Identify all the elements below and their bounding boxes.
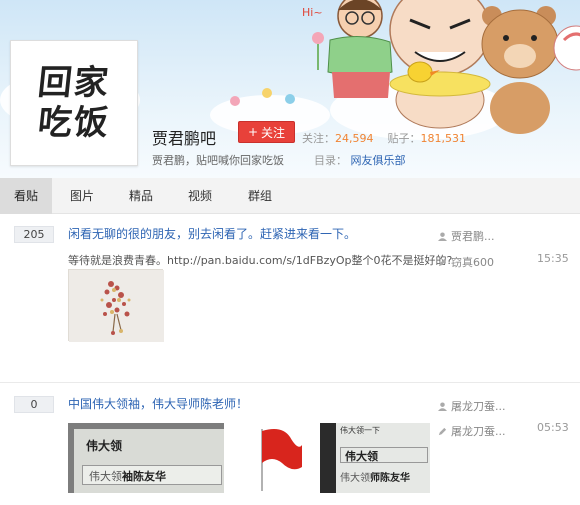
last-reply-user[interactable]: 屠龙刀蚕... xyxy=(438,423,506,439)
follow-button-label: 关注 xyxy=(261,125,286,140)
image-caption: 伟大领 xyxy=(89,470,122,483)
tab-groups[interactable]: 群组 xyxy=(230,178,290,214)
forum-catalog: 目录： 网友俱乐部 xyxy=(314,152,406,168)
tab-videos[interactable]: 视频 xyxy=(170,178,230,214)
flower-arrangement-image xyxy=(69,270,164,342)
post-count-label: 贴子： xyxy=(387,132,421,145)
user-icon xyxy=(438,231,447,241)
author-name: 贾君鹏... xyxy=(451,230,495,243)
image-caption: 伟大领 xyxy=(86,439,123,453)
image-caption-box: 伟大领袖陈友华 xyxy=(82,465,222,485)
follow-button[interactable]: + 关注 xyxy=(238,121,295,143)
last-reply-name: 窃真600 xyxy=(451,256,494,269)
tab-featured[interactable]: 精品 xyxy=(112,178,170,214)
catalog-link[interactable]: 网友俱乐部 xyxy=(351,154,406,167)
red-flag-image xyxy=(261,429,302,491)
thread-title-link[interactable]: 中国伟大领袖，伟大导师陈老师！ xyxy=(68,395,248,412)
last-reply-name: 屠龙刀蚕... xyxy=(451,425,506,438)
reply-count: 205 xyxy=(14,226,54,243)
last-reply-time: 05:53 xyxy=(537,421,569,434)
thread-thumbnail[interactable]: 伟大领一下 伟大领 伟大领师陈友华 xyxy=(320,423,430,493)
thread-title-link[interactable]: 闲看无聊的很的朋友，别去闲看了。赶紧进来看一下。 xyxy=(68,225,356,242)
greeting-text: Hi~ xyxy=(302,6,323,19)
forum-tabs: 看贴 图片 精品 视频 群组 xyxy=(0,178,580,214)
forum-stats: 关注：24,594 贴子：181,531 xyxy=(302,130,466,146)
thread-author[interactable]: 屠龙刀蚕... xyxy=(438,398,506,414)
last-reply-user[interactable]: 窃真600 xyxy=(438,254,494,270)
forum-slogan: 贾君鹏，贴吧喊你回家吃饭 xyxy=(152,154,284,167)
image-caption: 伟大领 xyxy=(340,447,428,463)
image-caption: 师陈友华 xyxy=(370,473,410,484)
image-caption: 伟大领一下 xyxy=(340,426,380,435)
thread-thumbnail[interactable]: 伟大领 伟大领袖陈友华 xyxy=(68,423,224,493)
image-caption-line: 伟大领师陈友华 xyxy=(340,469,410,484)
image-caption: 袖陈友华 xyxy=(122,470,166,483)
forum-logo: 回家 吃饭 xyxy=(10,40,138,166)
follow-count: 24,594 xyxy=(335,132,374,145)
forum-name[interactable]: 贾君鹏吧 xyxy=(152,125,216,149)
pen-icon xyxy=(438,258,447,266)
plus-icon: + xyxy=(247,125,259,139)
follow-count-label: 关注： xyxy=(302,132,335,145)
tab-posts[interactable]: 看贴 xyxy=(0,178,52,214)
post-count: 181,531 xyxy=(420,132,467,145)
screen-photo: 伟大领一下 伟大领 伟大领师陈友华 xyxy=(336,423,430,493)
thread-thumbnail[interactable] xyxy=(68,269,164,342)
thread-item: 205 闲看无聊的很的朋友，别去闲看了。赶紧进来看一下。 等待就是浪费青春。ht… xyxy=(0,214,580,382)
last-reply-time: 15:35 xyxy=(537,252,569,265)
screen-photo: 伟大领 伟大领袖陈友华 xyxy=(74,429,224,493)
user-icon xyxy=(438,401,447,411)
logo-text-line: 回家 xyxy=(35,63,113,103)
thread-thumbnail[interactable] xyxy=(232,423,312,493)
thread-item: 0 中国伟大领袖，伟大导师陈老师！ 伟大领 伟大领袖陈友华 伟大领一下 伟大领 … xyxy=(0,383,580,505)
tab-images[interactable]: 图片 xyxy=(52,178,112,214)
catalog-label: 目录： xyxy=(314,154,347,167)
author-name: 屠龙刀蚕... xyxy=(451,400,506,413)
thread-author[interactable]: 贾君鹏... xyxy=(438,228,495,244)
pen-icon xyxy=(438,427,447,435)
logo-text-line: 吃饭 xyxy=(35,103,113,143)
thread-abstract: 等待就是浪费青春。http://pan.baidu.com/s/1dFBzyOp… xyxy=(68,254,453,267)
image-caption: 伟大领 xyxy=(340,473,370,484)
reply-count: 0 xyxy=(14,396,54,413)
